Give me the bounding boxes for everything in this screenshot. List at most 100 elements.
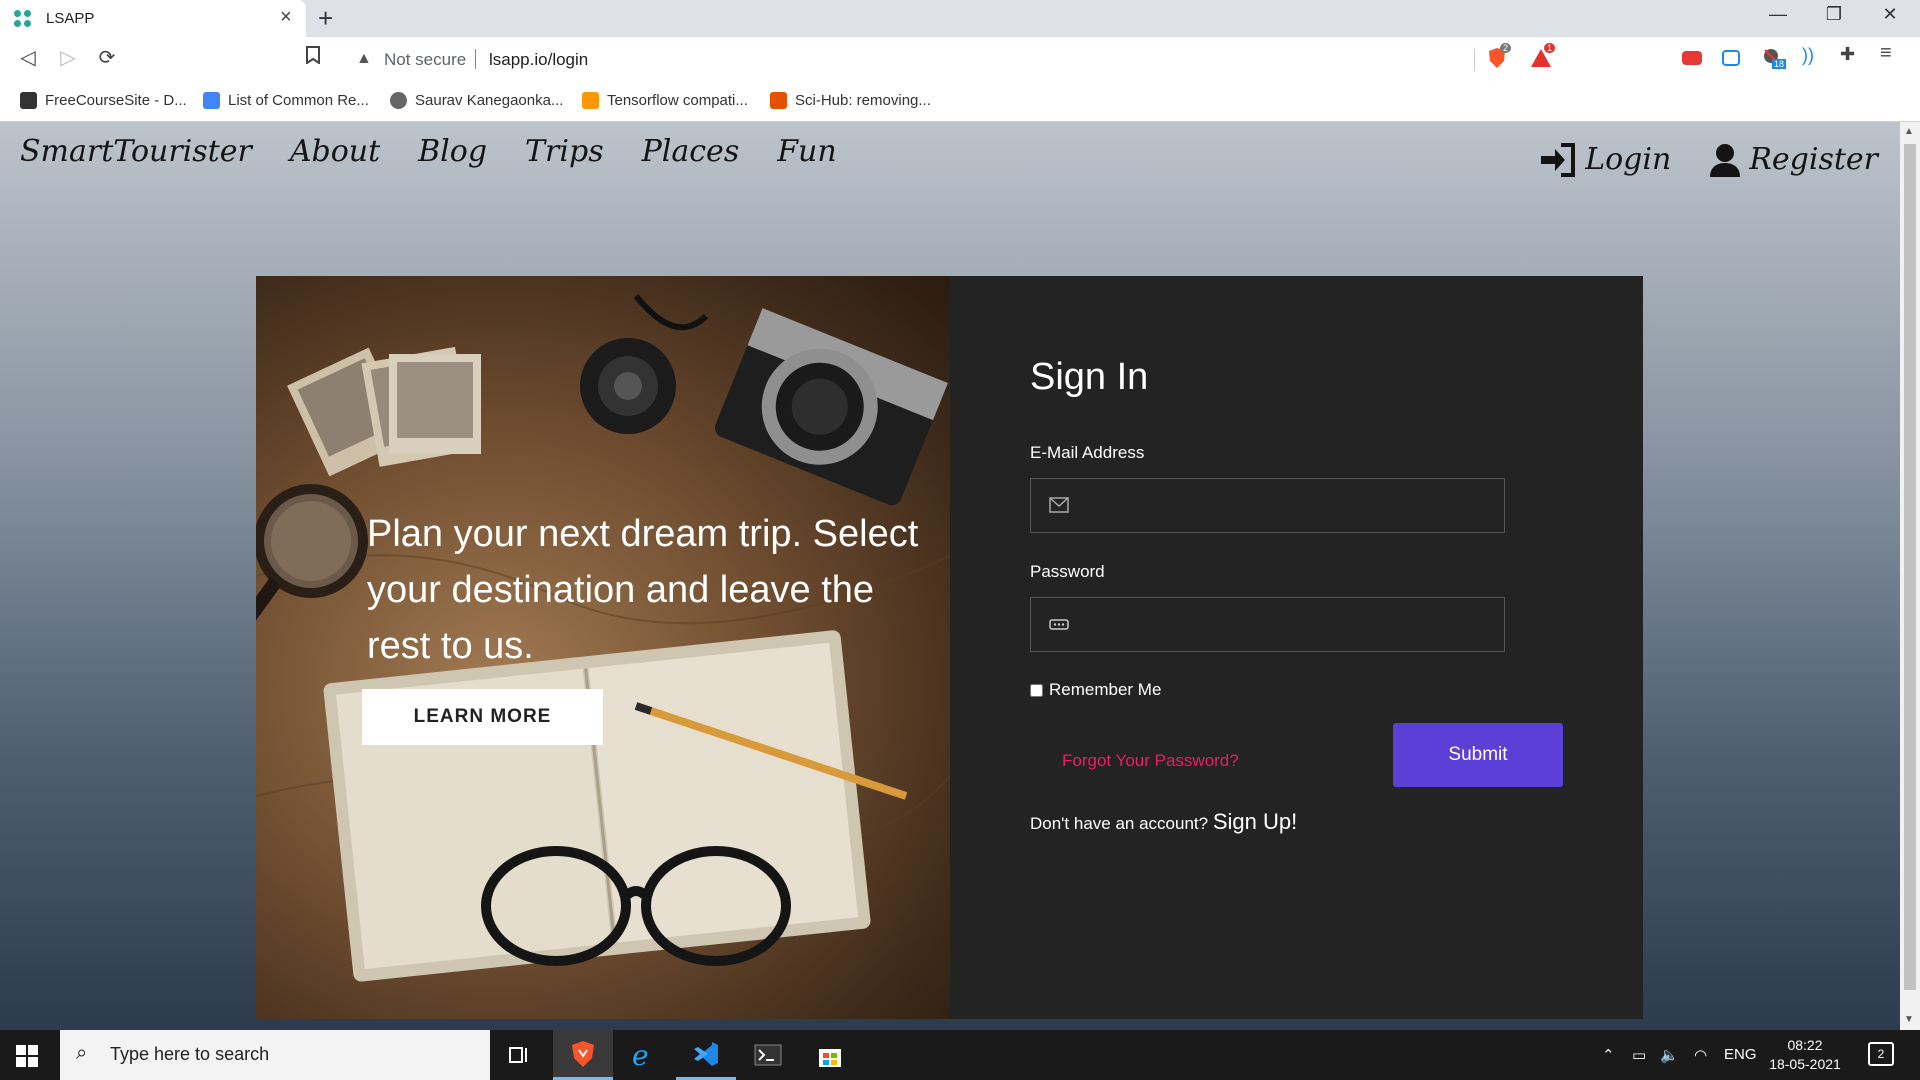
search-icon: ⌕: [76, 1042, 88, 1064]
learn-more-button[interactable]: LEARN MORE: [362, 689, 603, 745]
volume-icon[interactable]: 🔈: [1660, 1046, 1679, 1064]
taskbar-search[interactable]: ⌕ Type here to search: [60, 1030, 490, 1080]
hero-image-panel: Plan your next dream trip. Select your d…: [256, 276, 950, 1019]
bookmark-label: Tensorflow compati...: [607, 92, 748, 109]
nav-link-blog[interactable]: Blog: [418, 134, 487, 169]
extension-badge: 18: [1772, 59, 1787, 69]
omnibox-divider: [475, 49, 476, 69]
scroll-up-icon[interactable]: ▲: [1904, 126, 1914, 137]
clock-date: 18-05-2021: [1769, 1056, 1841, 1072]
reload-button[interactable]: ⟳: [94, 45, 120, 71]
taskbar-search-placeholder: Type here to search: [110, 1044, 270, 1064]
scihub-icon: [770, 92, 787, 109]
tab-close-icon[interactable]: ×: [280, 6, 292, 29]
windows-taskbar: ⌕ Type here to search e ⌃ ▭ 🔈 ◠ ENG 08:2…: [0, 1030, 1920, 1080]
auth-navigation: Login Register: [1539, 142, 1878, 177]
nav-link-about[interactable]: About: [290, 134, 380, 169]
envelope-icon: [1049, 497, 1069, 513]
read-aloud-extension-icon[interactable]: )): [1802, 45, 1824, 67]
register-label: Register: [1749, 142, 1878, 177]
microsoft-store-icon[interactable]: [800, 1030, 860, 1080]
page-scrollbar[interactable]: ▲ ▼: [1900, 122, 1920, 1030]
signin-panel: Sign In E-Mail Address Password Remember…: [950, 276, 1643, 1019]
language-indicator[interactable]: ENG: [1724, 1046, 1757, 1063]
internet-explorer-icon[interactable]: e: [614, 1030, 674, 1080]
tensorflow-icon: [582, 92, 599, 109]
login-label: Login: [1585, 142, 1672, 177]
remember-me-checkbox[interactable]: [1030, 683, 1043, 697]
google-docs-icon: [203, 92, 220, 109]
toolbar-divider: [1474, 49, 1475, 71]
tray-overflow-chevron-icon[interactable]: ⌃: [1602, 1046, 1615, 1064]
bookmarks-bar: FreeCourseSite - D... List of Common Re.…: [0, 82, 1920, 122]
nav-link-places[interactable]: Places: [642, 134, 740, 169]
taskbar-clock[interactable]: 08:22 18-05-2021: [1760, 1036, 1850, 1074]
menu-icon[interactable]: ≡: [1880, 42, 1902, 64]
blocker-extension-icon[interactable]: 18: [1762, 47, 1787, 69]
signup-link[interactable]: Sign Up!: [1213, 809, 1297, 834]
wifi-icon[interactable]: ◠: [1694, 1046, 1707, 1064]
site-navigation: SmartTourister About Blog Trips Places F…: [20, 134, 837, 169]
battery-icon[interactable]: ▭: [1632, 1046, 1646, 1064]
nav-link-trips[interactable]: Trips: [525, 134, 604, 169]
windows-start-icon[interactable]: [16, 1045, 38, 1067]
brave-shield-icon[interactable]: 2: [1486, 43, 1512, 69]
bookmark-item[interactable]: Sci-Hub: removing...: [770, 92, 931, 109]
brave-rewards-count: 1: [1544, 43, 1556, 53]
password-dots-icon: [1049, 619, 1069, 630]
nav-link-fun[interactable]: Fun: [777, 134, 836, 169]
bookmark-icon[interactable]: [300, 45, 326, 71]
forward-button[interactable]: ▷: [55, 45, 81, 71]
register-link[interactable]: Register: [1709, 142, 1878, 177]
address-bar[interactable]: ▲ Not secure lsapp.io/login: [340, 43, 1562, 76]
vscode-icon[interactable]: [676, 1030, 736, 1080]
security-label: Not secure: [384, 50, 467, 69]
task-view-icon[interactable]: [490, 1030, 550, 1080]
bookmark-item[interactable]: List of Common Re...: [203, 92, 369, 109]
signin-title: Sign In: [1030, 356, 1149, 398]
bookmark-label: FreeCourseSite - D...: [45, 92, 187, 109]
back-button[interactable]: ◁: [15, 45, 41, 71]
clock-time: 08:22: [1787, 1037, 1823, 1053]
tab-strip: LSAPP × + — ❐ ✕: [0, 0, 1920, 37]
brand-logo[interactable]: SmartTourister: [20, 134, 252, 169]
globe-icon: [390, 92, 407, 109]
browser-tab[interactable]: LSAPP ×: [0, 0, 306, 37]
bookmark-item[interactable]: FreeCourseSite - D...: [20, 92, 187, 109]
notification-center-icon[interactable]: 2: [1868, 1042, 1894, 1066]
no-account-text: Don't have an account?: [1030, 814, 1209, 833]
freecoursesite-icon: [20, 92, 37, 109]
scrollbar-thumb[interactable]: [1904, 144, 1916, 990]
password-label: Password: [1030, 562, 1105, 581]
lsapp-favicon-icon: [14, 10, 32, 28]
bookmark-item[interactable]: Tensorflow compati...: [582, 92, 748, 109]
hero-tagline: Plan your next dream trip. Select your d…: [367, 513, 919, 667]
email-field[interactable]: [1030, 478, 1505, 533]
screen-capture-extension-icon[interactable]: [1722, 50, 1740, 66]
new-tab-button[interactable]: +: [318, 3, 333, 34]
email-label: E-Mail Address: [1030, 443, 1145, 462]
password-field[interactable]: [1030, 597, 1505, 652]
restore-button[interactable]: ❐: [1814, 4, 1854, 25]
page-viewport: SmartTourister About Blog Trips Places F…: [0, 122, 1900, 1030]
extensions-puzzle-icon[interactable]: ✚: [1840, 44, 1862, 66]
scroll-down-icon[interactable]: ▼: [1904, 1014, 1914, 1025]
brave-rewards-icon[interactable]: 1: [1530, 43, 1556, 69]
password-input[interactable]: [1081, 598, 1501, 651]
brave-shield-count: 2: [1500, 43, 1512, 53]
minimize-button[interactable]: —: [1758, 4, 1798, 25]
youtube-extension-icon[interactable]: [1682, 51, 1702, 65]
email-input[interactable]: [1081, 479, 1501, 532]
bookmark-item[interactable]: Saurav Kanegaonka...: [390, 92, 563, 109]
signup-prompt: Don't have an account? Sign Up!: [1030, 809, 1297, 835]
login-link[interactable]: Login: [1539, 142, 1671, 177]
sign-in-icon: [1541, 142, 1576, 177]
close-window-button[interactable]: ✕: [1870, 4, 1910, 25]
remember-me[interactable]: Remember Me: [1030, 680, 1161, 700]
svg-text:e: e: [632, 1041, 649, 1069]
forgot-password-link[interactable]: Forgot Your Password?: [1062, 751, 1239, 771]
terminal-icon[interactable]: [738, 1030, 798, 1080]
submit-button[interactable]: Submit: [1393, 723, 1563, 787]
bookmark-label: List of Common Re...: [228, 92, 369, 109]
brave-browser-taskbar-icon[interactable]: [553, 1030, 613, 1080]
